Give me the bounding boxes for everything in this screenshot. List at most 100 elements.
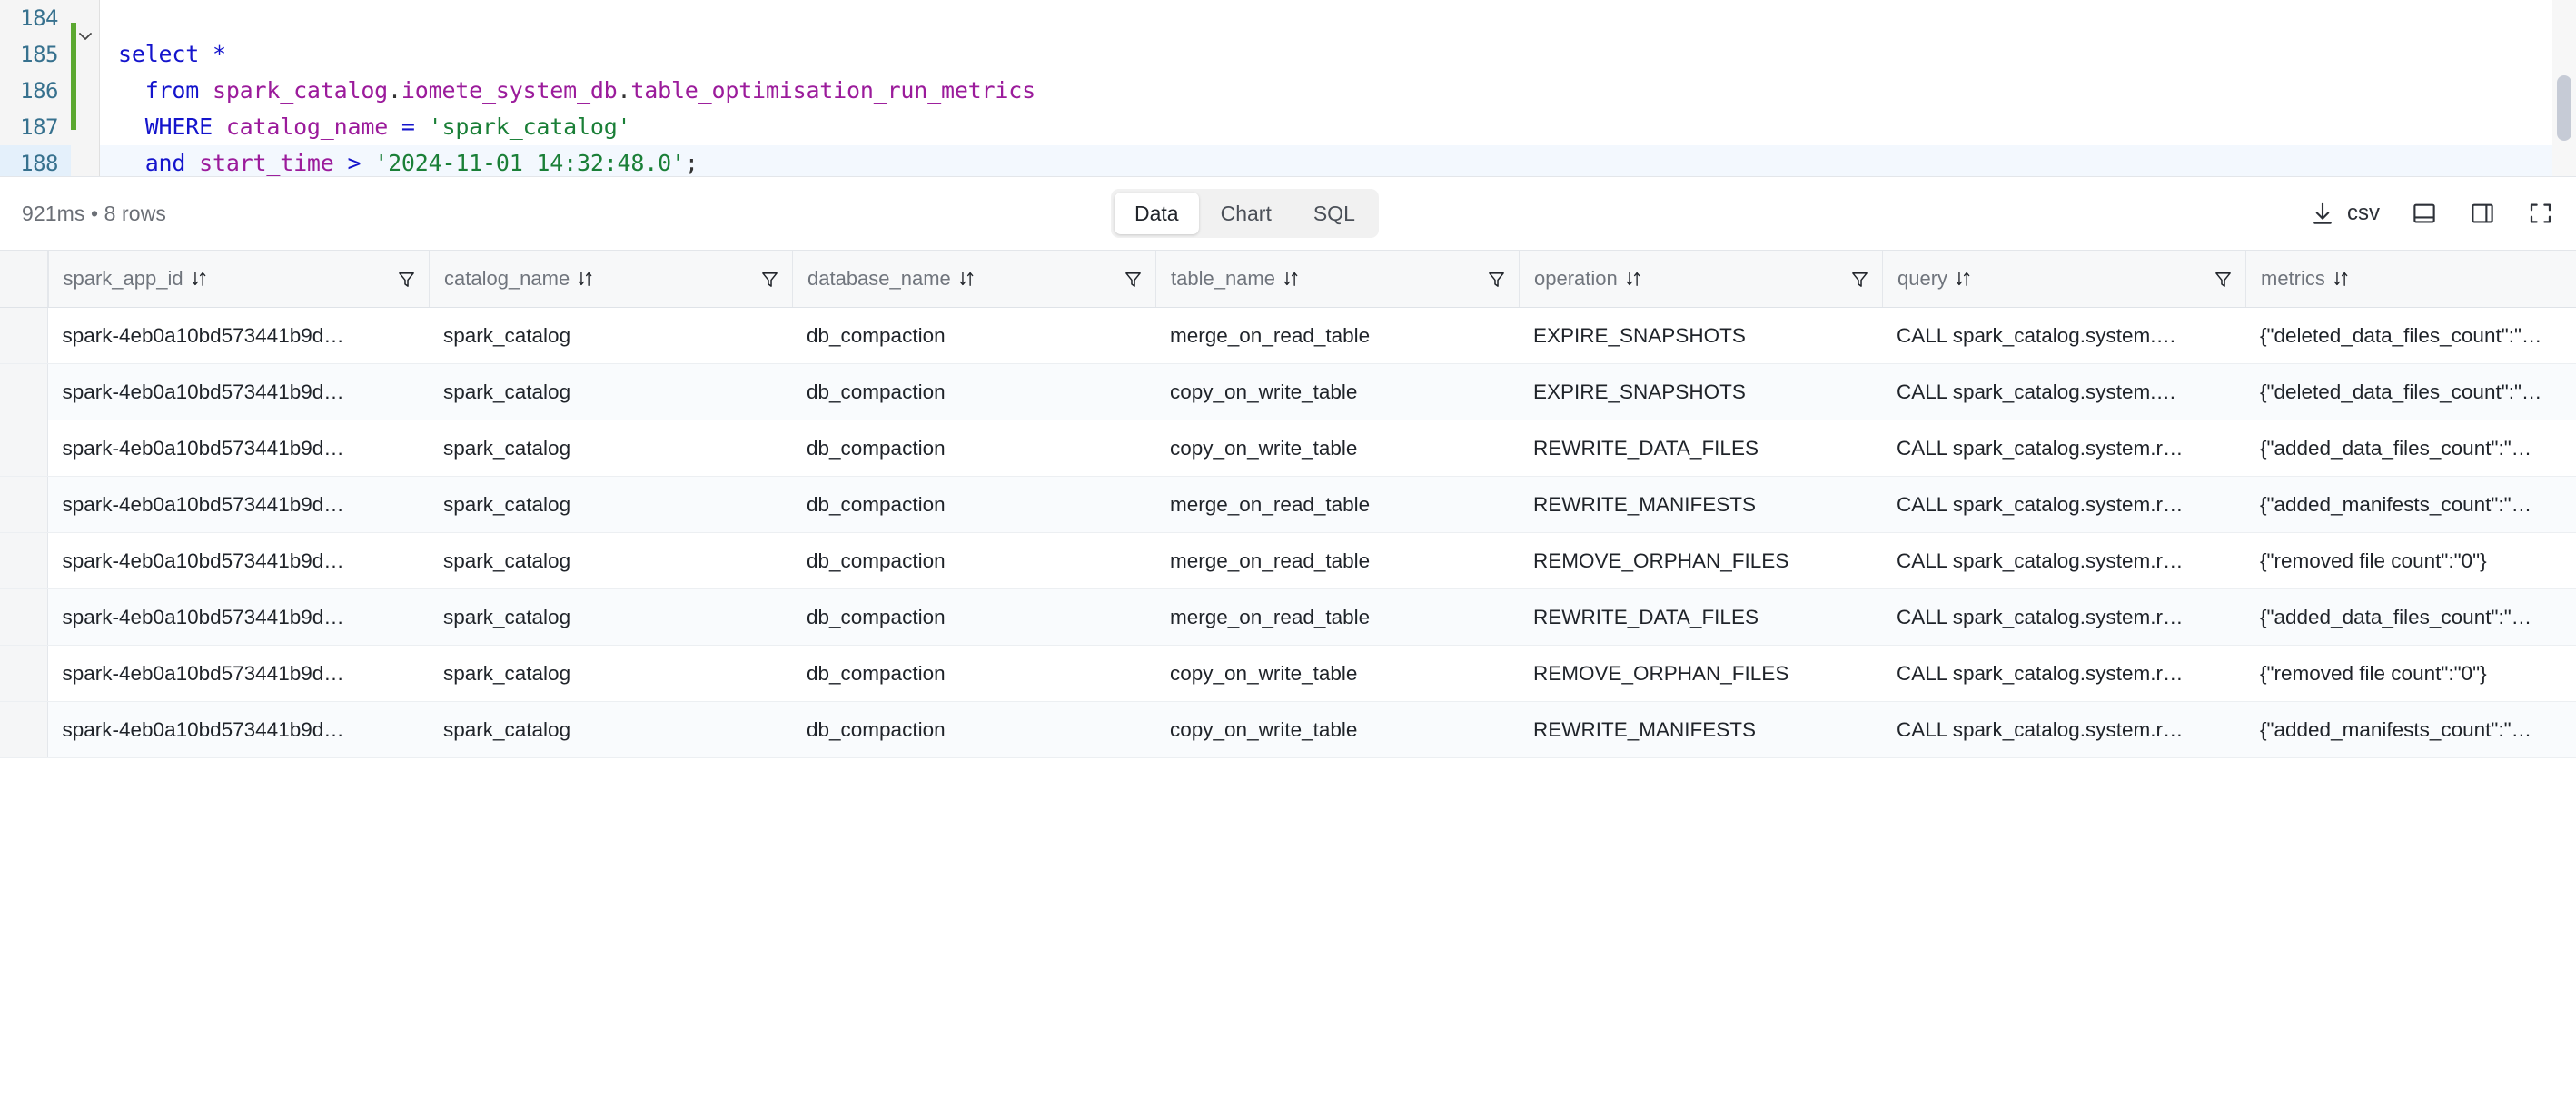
cell-metrics[interactable]: {"added_data_files_count":"… xyxy=(2245,588,2576,646)
cell-metrics[interactable]: {"removed file count":"0"} xyxy=(2245,532,2576,589)
column-header-database_name[interactable]: database_name xyxy=(792,251,1155,308)
cell-database_name[interactable]: db_compaction xyxy=(792,532,1155,589)
cell-table_name[interactable]: copy_on_write_table xyxy=(1155,701,1519,758)
cell-query[interactable]: CALL spark_catalog.system.r… xyxy=(1882,588,2245,646)
cell-spark_app_id[interactable]: spark-4eb0a10bd573441b9d… xyxy=(47,420,429,477)
filter-icon[interactable] xyxy=(1124,270,1143,289)
cell-spark_app_id[interactable]: spark-4eb0a10bd573441b9d… xyxy=(47,476,429,533)
cell-operation[interactable]: REWRITE_DATA_FILES xyxy=(1519,588,1882,646)
layout-vertical-split-button[interactable] xyxy=(2469,200,2496,227)
cell-catalog_name[interactable]: spark_catalog xyxy=(429,701,792,758)
column-header-catalog_name[interactable]: catalog_name xyxy=(429,251,792,308)
sort-icon[interactable] xyxy=(1283,270,1300,288)
filter-icon[interactable] xyxy=(397,270,416,289)
editor-code-line[interactable]: from spark_catalog.iomete_system_db.tabl… xyxy=(100,73,2576,109)
cell-metrics[interactable]: {"deleted_data_files_count":"… xyxy=(2245,307,2576,364)
editor-code-line[interactable]: and start_time > '2024-11-01 14:32:48.0'… xyxy=(100,145,2576,176)
cell-spark_app_id[interactable]: spark-4eb0a10bd573441b9d… xyxy=(47,307,429,364)
cell-query[interactable]: CALL spark_catalog.system.r… xyxy=(1882,701,2245,758)
cell-catalog_name[interactable]: spark_catalog xyxy=(429,307,792,364)
cell-table_name[interactable]: merge_on_read_table xyxy=(1155,307,1519,364)
sort-icon[interactable] xyxy=(577,270,594,288)
cell-database_name[interactable]: db_compaction xyxy=(792,420,1155,477)
cell-catalog_name[interactable]: spark_catalog xyxy=(429,588,792,646)
column-header-operation[interactable]: operation xyxy=(1519,251,1882,308)
table-row[interactable]: spark-4eb0a10bd573441b9d… spark_catalog db… xyxy=(0,363,2576,420)
cell-database_name[interactable]: db_compaction xyxy=(792,476,1155,533)
editor-scrollbar-thumb[interactable] xyxy=(2557,75,2571,141)
tab-data[interactable]: Data xyxy=(1115,193,1199,234)
table-row[interactable]: spark-4eb0a10bd573441b9d… spark_catalog db… xyxy=(0,476,2576,533)
cell-operation[interactable]: EXPIRE_SNAPSHOTS xyxy=(1519,363,1882,420)
tab-chart[interactable]: Chart xyxy=(1201,193,1292,234)
cell-metrics[interactable]: {"added_data_files_count":"… xyxy=(2245,420,2576,477)
sort-icon[interactable] xyxy=(1625,270,1642,288)
sort-icon[interactable] xyxy=(2333,270,2350,288)
cell-spark_app_id[interactable]: spark-4eb0a10bd573441b9d… xyxy=(47,701,429,758)
cell-catalog_name[interactable]: spark_catalog xyxy=(429,420,792,477)
cell-catalog_name[interactable]: spark_catalog xyxy=(429,363,792,420)
cell-table_name[interactable]: merge_on_read_table xyxy=(1155,476,1519,533)
sort-icon[interactable] xyxy=(958,270,976,288)
filter-icon[interactable] xyxy=(2214,270,2233,289)
cell-database_name[interactable]: db_compaction xyxy=(792,588,1155,646)
cell-table_name[interactable]: merge_on_read_table xyxy=(1155,532,1519,589)
table-row[interactable]: spark-4eb0a10bd573441b9d… spark_catalog db… xyxy=(0,532,2576,589)
cell-table_name[interactable]: copy_on_write_table xyxy=(1155,645,1519,702)
cell-metrics[interactable]: {"removed file count":"0"} xyxy=(2245,645,2576,702)
cell-catalog_name[interactable]: spark_catalog xyxy=(429,532,792,589)
cell-catalog_name[interactable]: spark_catalog xyxy=(429,476,792,533)
result-view-tabs[interactable]: Data Chart SQL xyxy=(1111,189,1379,238)
filter-icon[interactable] xyxy=(760,270,779,289)
cell-operation[interactable]: REWRITE_MANIFESTS xyxy=(1519,476,1882,533)
column-header-table_name[interactable]: table_name xyxy=(1155,251,1519,308)
sort-icon[interactable] xyxy=(1955,270,1972,288)
cell-database_name[interactable]: db_compaction xyxy=(792,307,1155,364)
cell-database_name[interactable]: db_compaction xyxy=(792,363,1155,420)
chevron-down-icon[interactable] xyxy=(76,27,94,45)
cell-table_name[interactable]: copy_on_write_table xyxy=(1155,363,1519,420)
cell-database_name[interactable]: db_compaction xyxy=(792,701,1155,758)
cell-metrics[interactable]: {"added_manifests_count":"… xyxy=(2245,701,2576,758)
layout-horizontal-split-button[interactable] xyxy=(2411,200,2438,227)
cell-query[interactable]: CALL spark_catalog.system.r… xyxy=(1882,645,2245,702)
cell-operation[interactable]: REMOVE_ORPHAN_FILES xyxy=(1519,645,1882,702)
download-csv-button[interactable]: csv xyxy=(2309,200,2380,227)
cell-query[interactable]: CALL spark_catalog.system.r… xyxy=(1882,532,2245,589)
cell-operation[interactable]: EXPIRE_SNAPSHOTS xyxy=(1519,307,1882,364)
table-row[interactable]: spark-4eb0a10bd573441b9d… spark_catalog db… xyxy=(0,307,2576,364)
sql-code-area[interactable]: select * from spark_catalog.iomete_syste… xyxy=(100,0,2576,176)
result-grid-container[interactable]: spark_app_id catalog_name database_name … xyxy=(0,251,2576,1097)
filter-icon[interactable] xyxy=(1850,270,1869,289)
cell-table_name[interactable]: merge_on_read_table xyxy=(1155,588,1519,646)
cell-query[interactable]: CALL spark_catalog.system.… xyxy=(1882,363,2245,420)
table-row[interactable]: spark-4eb0a10bd573441b9d… spark_catalog db… xyxy=(0,645,2576,702)
column-header-metrics[interactable]: metrics xyxy=(2245,251,2576,308)
table-row[interactable]: spark-4eb0a10bd573441b9d… spark_catalog db… xyxy=(0,588,2576,646)
cell-operation[interactable]: REMOVE_ORPHAN_FILES xyxy=(1519,532,1882,589)
column-header-query[interactable]: query xyxy=(1882,251,2245,308)
editor-code-line[interactable]: WHERE catalog_name = 'spark_catalog' xyxy=(100,109,2576,145)
editor-code-line[interactable]: select * xyxy=(100,36,2576,73)
tab-sql[interactable]: SQL xyxy=(1293,193,1375,234)
filter-icon[interactable] xyxy=(1487,270,1506,289)
editor-vertical-scrollbar[interactable] xyxy=(2552,0,2576,176)
table-row[interactable]: spark-4eb0a10bd573441b9d… spark_catalog db… xyxy=(0,420,2576,477)
cell-query[interactable]: CALL spark_catalog.system.… xyxy=(1882,307,2245,364)
fullscreen-icon[interactable] xyxy=(2527,200,2554,227)
cell-table_name[interactable]: copy_on_write_table xyxy=(1155,420,1519,477)
cell-operation[interactable]: REWRITE_DATA_FILES xyxy=(1519,420,1882,477)
cell-catalog_name[interactable]: spark_catalog xyxy=(429,645,792,702)
cell-spark_app_id[interactable]: spark-4eb0a10bd573441b9d… xyxy=(47,363,429,420)
editor-code-line[interactable] xyxy=(100,0,2576,36)
table-row[interactable]: spark-4eb0a10bd573441b9d… spark_catalog db… xyxy=(0,701,2576,758)
cell-query[interactable]: CALL spark_catalog.system.r… xyxy=(1882,476,2245,533)
column-header-spark_app_id[interactable]: spark_app_id xyxy=(47,251,429,308)
cell-spark_app_id[interactable]: spark-4eb0a10bd573441b9d… xyxy=(47,532,429,589)
cell-operation[interactable]: REWRITE_MANIFESTS xyxy=(1519,701,1882,758)
cell-spark_app_id[interactable]: spark-4eb0a10bd573441b9d… xyxy=(47,645,429,702)
cell-metrics[interactable]: {"deleted_data_files_count":"… xyxy=(2245,363,2576,420)
cell-metrics[interactable]: {"added_manifests_count":"… xyxy=(2245,476,2576,533)
sql-editor[interactable]: 184 185 186 187 188 select * from spark_cata… xyxy=(0,0,2576,176)
sort-icon[interactable] xyxy=(191,270,208,288)
